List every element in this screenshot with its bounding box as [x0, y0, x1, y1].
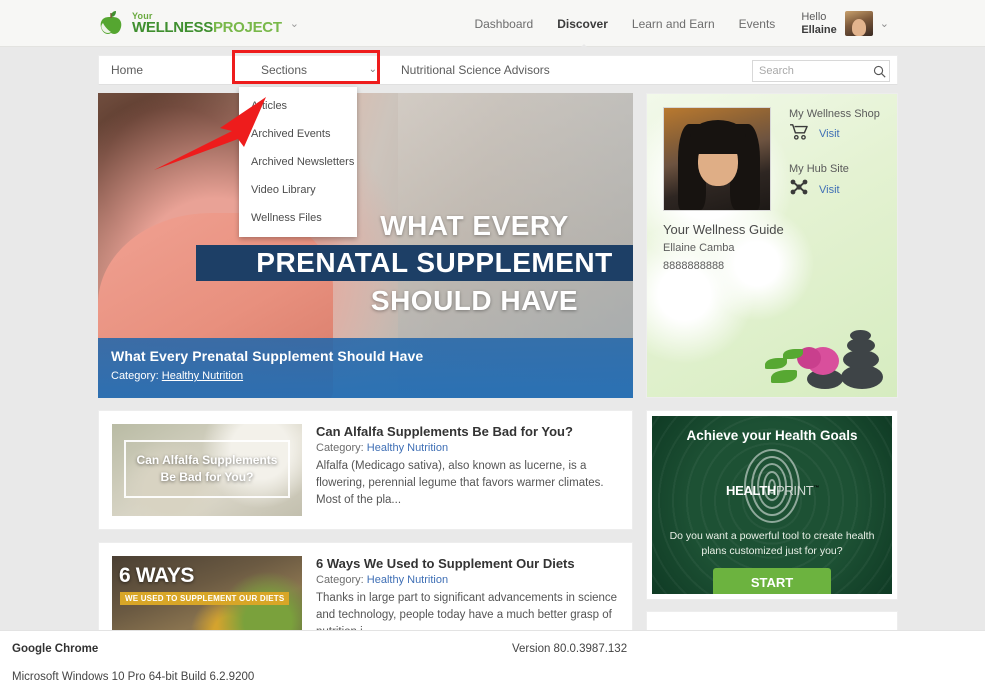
article-body: Can Alfalfa Supplements Be Bad for You? … [302, 424, 619, 516]
guide-photo [663, 107, 771, 211]
apple-leaf-icon [96, 8, 126, 38]
guide-phone: 8888888888 [663, 260, 725, 272]
overlay-line-2: PRENATAL SUPPLEMENT [256, 247, 613, 278]
category-link[interactable]: Healthy Nutrition [162, 370, 243, 382]
thumbnail-text: Can Alfalfa Supplements Be Bad for You? [133, 452, 282, 486]
thumbnail-line-1: Can Alfalfa Supplements [136, 453, 278, 467]
user-name: Ellaine [801, 23, 837, 36]
article-title[interactable]: 6 Ways We Used to Supplement Our Diets [316, 556, 619, 571]
greeting-text: Hello [801, 10, 827, 23]
orchid-stones-decoration [763, 329, 883, 389]
section-tabbar: Home Sections ⌄ Nutritional Science Advi… [98, 50, 898, 237]
browser-page: Your WELLNESSPROJECT ⌄ Dashboard Discove… [0, 0, 985, 687]
article-card[interactable]: Can Alfalfa Supplements Be Bad for You? … [98, 410, 633, 530]
featured-article-title[interactable]: What Every Prenatal Supplement Should Ha… [111, 348, 620, 364]
category-label: Category: [316, 442, 364, 454]
main-column: WHAT EVERY PRENATAL SUPPLEMENT SHOULD HA… [98, 93, 633, 662]
wellness-shop-title: My Wellness Shop [789, 108, 880, 120]
menu-item-wellness-files[interactable]: Wellness Files [239, 204, 357, 232]
content-columns: WHAT EVERY PRENATAL SUPPLEMENT SHOULD HA… [98, 93, 898, 662]
app-version: Version 80.0.3987.132 [512, 643, 628, 655]
chevron-down-icon[interactable]: ⌄ [290, 17, 299, 30]
sidebar-column: Your Wellness Guide Ellaine Camba 888888… [646, 93, 898, 662]
content-frame: Home Sections ⌄ Nutritional Science Advi… [98, 50, 898, 662]
hub-site-title: My Hub Site [789, 163, 849, 175]
os-version: Microsoft Windows 10 Pro 64-bit Build 6.… [12, 671, 255, 683]
fingerprint-icon: HEALTHPRINT™ [726, 447, 820, 527]
nav-item-discover[interactable]: Discover [557, 13, 608, 51]
overlay-line-3: SHOULD HAVE [370, 285, 579, 316]
search-area [752, 60, 890, 82]
shopping-cart-icon [789, 123, 809, 145]
article-title[interactable]: Can Alfalfa Supplements Be Bad for You? [316, 424, 619, 439]
hub-site-visit-link[interactable]: Visit [819, 184, 840, 196]
avatar[interactable] [844, 11, 873, 36]
tab-home[interactable]: Home [99, 55, 249, 85]
article-category: Category: Healthy Nutrition [316, 442, 619, 454]
menu-item-articles[interactable]: Articles [239, 92, 357, 120]
main-navigation: Dashboard Discover Learn and Earn Events… [450, 0, 889, 51]
search-icon[interactable] [873, 65, 886, 78]
guide-name: Ellaine Camba [663, 242, 735, 254]
site-logo[interactable]: Your WELLNESSPROJECT ⌄ [96, 8, 299, 38]
sections-dropdown-menu: Articles Archived Events Archived Newsle… [239, 87, 357, 237]
overlay-band: PRENATAL SUPPLEMENT [196, 245, 633, 281]
wellness-shop-row: Visit [789, 123, 880, 145]
user-menu-chevron-icon[interactable]: ⌄ [880, 17, 889, 30]
wellness-shop-visit-link[interactable]: Visit [819, 128, 840, 140]
article-thumbnail: Can Alfalfa Supplements Be Bad for You? [112, 424, 302, 516]
thumbnail-line-2: Be Bad for You? [160, 470, 254, 484]
tab-sections[interactable]: Sections ⌄ [249, 55, 389, 85]
category-label: Category: [316, 574, 364, 586]
brand-wellness: WELLNESS [132, 18, 213, 36]
sidebar-links: My Wellness Shop Visit My Hub Site Visit [789, 108, 880, 219]
promo-inner: Achieve your Health Goals HEALTHPRINT™ D… [652, 416, 892, 594]
menu-item-archived-newsletters[interactable]: Archived Newsletters [239, 148, 357, 176]
category-link[interactable]: Healthy Nutrition [367, 574, 448, 586]
user-greeting[interactable]: Hello Ellaine [801, 11, 836, 37]
search-box[interactable] [752, 60, 890, 82]
network-nodes-icon [789, 178, 809, 201]
about-footer: Google Chrome Version 80.0.3987.132 Micr… [0, 630, 985, 687]
nav-item-learn-and-earn[interactable]: Learn and Earn [632, 13, 715, 35]
featured-article-card[interactable]: WHAT EVERY PRENATAL SUPPLEMENT SHOULD HA… [98, 93, 633, 398]
chevron-down-icon: ⌄ [368, 64, 377, 75]
thumbnail-line-1: 6 WAYS [119, 564, 195, 587]
healthprint-bold: HEALTH [726, 483, 776, 498]
healthprint-light: PRINT [775, 483, 814, 498]
wellness-guide-card: Your Wellness Guide Ellaine Camba 888888… [646, 93, 898, 398]
guide-role-label: Your Wellness Guide [663, 222, 784, 237]
article-excerpt: Alfalfa (Medicago sativa), also known as… [316, 460, 604, 506]
brand-project: PROJECT [212, 18, 282, 36]
search-input[interactable] [759, 65, 873, 77]
tab-sections-label: Sections [261, 63, 308, 77]
site-header: Your WELLNESSPROJECT ⌄ Dashboard Discove… [0, 0, 985, 51]
tab-nutritional-science-advisors[interactable]: Nutritional Science Advisors [389, 55, 562, 85]
featured-article-category: Category: Healthy Nutrition [111, 370, 620, 382]
promo-body-text: Do you want a powerful tool to create he… [669, 530, 875, 557]
hub-site-row: Visit [789, 178, 880, 201]
overlay-line-1: WHAT EVERY [380, 210, 569, 241]
thumbnail-text-box: Can Alfalfa Supplements Be Bad for You? [124, 440, 290, 498]
healthprint-wordmark: HEALTHPRINT™ [726, 483, 820, 498]
article-category: Category: Healthy Nutrition [316, 574, 619, 586]
category-label: Category: [111, 370, 159, 382]
promo-heading: Achieve your Health Goals [686, 428, 858, 443]
menu-item-video-library[interactable]: Video Library [239, 176, 357, 204]
trademark-symbol: ™ [813, 485, 820, 492]
category-link[interactable]: Healthy Nutrition [367, 442, 448, 454]
app-name: Google Chrome [12, 643, 99, 655]
featured-article-caption: What Every Prenatal Supplement Should Ha… [98, 338, 633, 398]
brand-wordmark: Your WELLNESSPROJECT [132, 11, 282, 36]
menu-item-archived-events[interactable]: Archived Events [239, 120, 357, 148]
thumbnail-line-2: WE USED TO SUPPLEMENT OUR DIETS [120, 592, 290, 605]
nav-item-events[interactable]: Events [739, 13, 776, 35]
start-button[interactable]: START [713, 568, 831, 594]
healthprint-promo-card: Achieve your Health Goals HEALTHPRINT™ D… [646, 410, 898, 600]
nav-item-dashboard[interactable]: Dashboard [474, 13, 533, 35]
